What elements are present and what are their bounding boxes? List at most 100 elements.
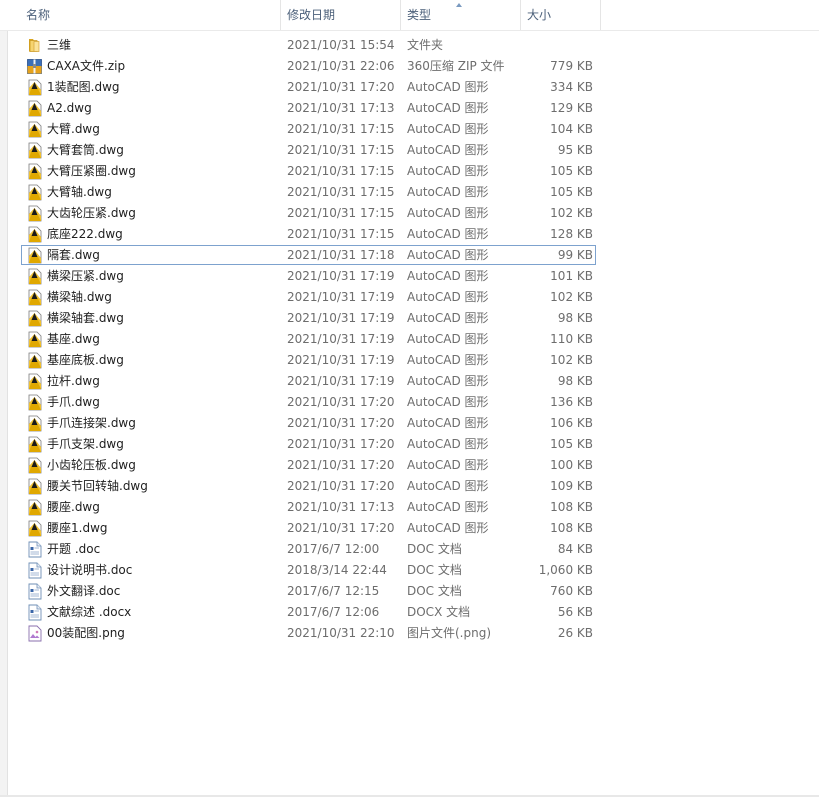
file-modified-date: 2017/6/7 12:15 [287,584,380,598]
file-size: 26 KB [557,626,593,640]
file-modified-date: 2021/10/31 17:20 [287,416,395,430]
file-name: 手爪.dwg [47,395,100,409]
file-name: 开题 .doc [47,542,101,556]
file-row[interactable]: 大齿轮压紧.dwg 2021/10/31 17:15 AutoCAD 图形 102 K… [0,203,819,224]
file-size: 56 KB [557,605,593,619]
file-name: 手爪连接架.dwg [47,416,136,430]
file-type: AutoCAD 图形 [407,185,489,199]
autocad-file-icon [26,289,43,306]
file-row[interactable]: 1装配图.dwg 2021/10/31 17:20 AutoCAD 图形 334 KB [0,77,819,98]
file-type: AutoCAD 图形 [407,143,489,157]
file-row[interactable]: 设计说明书.doc 2018/3/14 22:44 DOC 文档 1,060 KB [0,560,819,581]
file-name: 腰关节回转轴.dwg [47,479,148,493]
autocad-file-icon [26,457,43,474]
file-type: 360压缩 ZIP 文件 [407,59,505,73]
file-type: AutoCAD 图形 [407,269,489,283]
file-size: 102 KB [550,290,593,304]
file-row[interactable]: 拉杆.dwg 2021/10/31 17:19 AutoCAD 图形 98 KB [0,371,819,392]
file-size: 128 KB [550,227,593,241]
file-row[interactable]: 外文翻译.doc 2017/6/7 12:15 DOC 文档 760 KB [0,581,819,602]
autocad-file-icon [26,184,43,201]
file-row[interactable]: 手爪.dwg 2021/10/31 17:20 AutoCAD 图形 136 KB [0,392,819,413]
file-row[interactable]: 横梁压紧.dwg 2021/10/31 17:19 AutoCAD 图形 101 KB [0,266,819,287]
file-row[interactable]: 腰座1.dwg 2021/10/31 17:20 AutoCAD 图形 108 KB [0,518,819,539]
file-name: 基座底板.dwg [47,353,124,367]
file-type: AutoCAD 图形 [407,227,489,241]
file-type: DOC 文档 [407,542,462,556]
file-type: 图片文件(.png) [407,626,492,640]
file-row[interactable]: 横梁轴套.dwg 2021/10/31 17:19 AutoCAD 图形 98 KB [0,308,819,329]
file-row[interactable]: 文献综述 .docx 2017/6/7 12:06 DOCX 文档 56 KB [0,602,819,623]
file-size: 99 KB [557,248,593,262]
file-name: 横梁轴套.dwg [47,311,124,325]
file-row[interactable]: 底座222.dwg 2021/10/31 17:15 AutoCAD 图形 128 K… [0,224,819,245]
file-row[interactable]: 大臂.dwg 2021/10/31 17:15 AutoCAD 图形 104 KB [0,119,819,140]
file-row[interactable]: 隔套.dwg 2021/10/31 17:18 AutoCAD 图形 99 KB [0,245,819,266]
file-row[interactable]: 腰关节回转轴.dwg 2021/10/31 17:20 AutoCAD 图形 109 … [0,476,819,497]
column-header-bar: 名称 修改日期 类型 大小 [0,0,819,31]
file-row[interactable]: 基座底板.dwg 2021/10/31 17:19 AutoCAD 图形 102 KB [0,350,819,371]
file-name: 00装配图.png [47,626,125,640]
file-row[interactable]: 00装配图.png 2021/10/31 22:10 图片文件(.png) 26 KB [0,623,819,644]
autocad-file-icon [26,331,43,348]
column-header-date[interactable]: 修改日期 [281,0,401,30]
file-modified-date: 2021/10/31 17:13 [287,500,395,514]
file-row[interactable]: A2.dwg 2021/10/31 17:13 AutoCAD 图形 129 KB [0,98,819,119]
file-name: 1装配图.dwg [47,80,120,94]
file-name: 大臂.dwg [47,122,100,136]
file-row[interactable]: 小齿轮压板.dwg 2021/10/31 17:20 AutoCAD 图形 100 K… [0,455,819,476]
file-row[interactable]: CAXA文件.zip 2021/10/31 22:06 360压缩 ZIP 文件 77… [0,56,819,77]
file-type: AutoCAD 图形 [407,122,489,136]
file-type: AutoCAD 图形 [407,332,489,346]
file-row[interactable]: 三维 2021/10/31 15:54 文件夹 [0,35,819,56]
file-type: AutoCAD 图形 [407,521,489,535]
file-type: AutoCAD 图形 [407,290,489,304]
autocad-file-icon [26,205,43,222]
file-name: 大齿轮压紧.dwg [47,206,136,220]
autocad-file-icon [26,478,43,495]
file-modified-date: 2021/10/31 17:19 [287,332,395,346]
file-row[interactable]: 腰座.dwg 2021/10/31 17:13 AutoCAD 图形 108 KB [0,497,819,518]
file-size: 105 KB [550,185,593,199]
file-modified-date: 2021/10/31 17:15 [287,164,395,178]
file-row[interactable]: 大臂压紧圈.dwg 2021/10/31 17:15 AutoCAD 图形 105 K… [0,161,819,182]
autocad-file-icon [26,436,43,453]
file-type: AutoCAD 图形 [407,353,489,367]
file-type: AutoCAD 图形 [407,437,489,451]
file-row[interactable]: 横梁轴.dwg 2021/10/31 17:19 AutoCAD 图形 102 KB [0,287,819,308]
file-size: 95 KB [557,143,593,157]
file-type: AutoCAD 图形 [407,458,489,472]
file-row[interactable]: 基座.dwg 2021/10/31 17:19 AutoCAD 图形 110 KB [0,329,819,350]
file-row[interactable]: 开题 .doc 2017/6/7 12:00 DOC 文档 84 KB [0,539,819,560]
file-type: 文件夹 [407,38,444,52]
column-header-size[interactable]: 大小 [521,0,601,30]
file-modified-date: 2021/10/31 17:18 [287,248,395,262]
file-modified-date: 2021/10/31 17:20 [287,521,395,535]
file-size: 102 KB [550,206,593,220]
file-type: AutoCAD 图形 [407,80,489,94]
file-modified-date: 2021/10/31 17:20 [287,479,395,493]
autocad-file-icon [26,226,43,243]
file-list: 三维 2021/10/31 15:54 文件夹 CAXA文件.zip 2021/10/3… [0,35,819,644]
autocad-file-icon [26,415,43,432]
file-row[interactable]: 手爪连接架.dwg 2021/10/31 17:20 AutoCAD 图形 106 K… [0,413,819,434]
file-modified-date: 2021/10/31 17:19 [287,290,395,304]
file-row[interactable]: 大臂套筒.dwg 2021/10/31 17:15 AutoCAD 图形 95 KB [0,140,819,161]
file-name: 底座222.dwg [47,227,123,241]
file-modified-date: 2021/10/31 17:15 [287,122,395,136]
file-name: 三维 [47,38,72,52]
file-size: 334 KB [550,80,593,94]
file-name: 大臂压紧圈.dwg [47,164,136,178]
column-header-name[interactable]: 名称 [20,0,281,30]
file-type: AutoCAD 图形 [407,206,489,220]
file-row[interactable]: 大臂轴.dwg 2021/10/31 17:15 AutoCAD 图形 105 KB [0,182,819,203]
file-type: AutoCAD 图形 [407,101,489,115]
file-modified-date: 2017/6/7 12:06 [287,605,380,619]
file-modified-date: 2021/10/31 17:15 [287,206,395,220]
file-modified-date: 2021/10/31 17:19 [287,374,395,388]
file-modified-date: 2021/10/31 15:54 [287,38,395,52]
file-name: 腰座.dwg [47,500,100,514]
file-modified-date: 2021/10/31 17:19 [287,353,395,367]
file-row[interactable]: 手爪支架.dwg 2021/10/31 17:20 AutoCAD 图形 105 KB [0,434,819,455]
file-name: 拉杆.dwg [47,374,100,388]
